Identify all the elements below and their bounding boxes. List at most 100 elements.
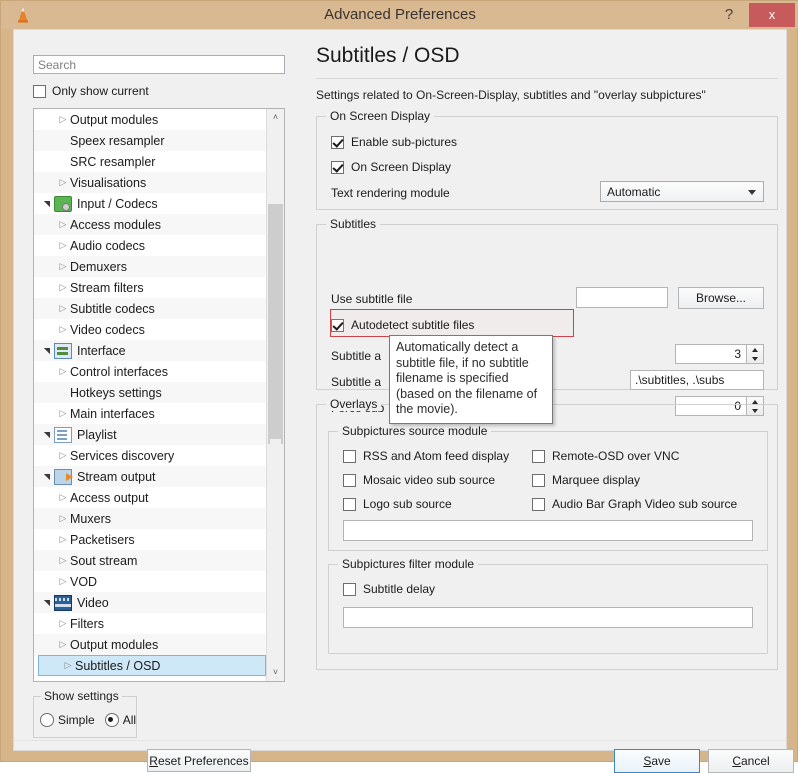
tree-item-src-resampler[interactable]: SRC resampler xyxy=(34,151,268,172)
tree-item-video-codecs[interactable]: ▷Video codecs xyxy=(34,319,268,340)
tree-item-label: Subtitles / OSD xyxy=(75,659,160,673)
tree-item-stream-filters[interactable]: ▷Stream filters xyxy=(34,277,268,298)
tree-item-output-modules[interactable]: ▷Output modules xyxy=(34,634,268,655)
reset-rest: eset Preferences xyxy=(158,754,249,768)
tree-item-input-codecs[interactable]: ◢Input / Codecs xyxy=(34,193,268,214)
tree-item-stream-output[interactable]: ◢Stream output xyxy=(34,466,268,487)
radio-all[interactable] xyxy=(105,713,119,727)
chevron-right-icon[interactable]: ▷ xyxy=(56,640,70,649)
use-subtitle-file-input[interactable] xyxy=(576,287,668,308)
subtitle-fuzziness-stepper[interactable] xyxy=(747,344,764,364)
chevron-right-icon[interactable]: ▷ xyxy=(56,451,70,460)
enable-subpictures-checkbox[interactable]: Enable sub-pictures xyxy=(331,135,457,149)
chevron-right-icon[interactable]: ▷ xyxy=(56,220,70,229)
chevron-right-icon[interactable]: ▷ xyxy=(56,178,70,187)
tree-item-output-modules[interactable]: ▷Output modules xyxy=(34,109,268,130)
tree-item-main-interfaces[interactable]: ▷Main interfaces xyxy=(34,403,268,424)
tree-item-playlist[interactable]: ◢Playlist xyxy=(34,424,268,445)
sidebar: Only show current ▷Output modulesSpeex r… xyxy=(14,30,296,720)
reset-preferences-button[interactable]: Reset Preferences xyxy=(147,749,251,772)
tree-item-muxers[interactable]: ▷Muxers xyxy=(34,508,268,529)
chevron-right-icon[interactable]: ▷ xyxy=(56,535,70,544)
tree-item-label: Output modules xyxy=(70,638,158,652)
reset-mnemonic: R xyxy=(149,754,158,768)
text-rendering-select[interactable]: Automatic xyxy=(600,181,764,202)
on-screen-display-checkbox[interactable]: On Screen Display xyxy=(331,160,451,174)
scrollbar-thumb[interactable] xyxy=(268,204,283,444)
chevron-right-icon[interactable]: ▷ xyxy=(56,283,70,292)
tree-item-services-discovery[interactable]: ▷Services discovery xyxy=(34,445,268,466)
autodetect-subtitle-files-checkbox[interactable]: Autodetect subtitle files xyxy=(331,318,474,332)
chevron-down-icon[interactable]: ◢ xyxy=(43,470,51,484)
only-show-current-checkbox[interactable]: Only show current xyxy=(33,82,283,100)
cancel-button[interactable]: Cancel xyxy=(708,749,794,773)
tree-item-access-modules[interactable]: ▷Access modules xyxy=(34,214,268,235)
tree-item-packetisers[interactable]: ▷Packetisers xyxy=(34,529,268,550)
tree-scrollbar[interactable]: ˄ ˅ xyxy=(266,109,284,681)
chevron-right-icon[interactable]: ▷ xyxy=(56,367,70,376)
scroll-up-icon[interactable]: ˄ xyxy=(267,109,284,126)
tree-item-control-interfaces[interactable]: ▷Control interfaces xyxy=(34,361,268,382)
save-button[interactable]: Save xyxy=(614,749,700,773)
chevron-down-icon xyxy=(748,190,756,195)
chevron-down-icon[interactable]: ◢ xyxy=(43,596,51,610)
tree-item-filters[interactable]: ▷Filters xyxy=(34,613,268,634)
rss-atom-feed-checkbox[interactable]: RSS and Atom feed display xyxy=(343,449,509,463)
chevron-down-icon[interactable]: ◢ xyxy=(43,344,51,358)
radio-simple-label: Simple xyxy=(58,713,95,727)
subpictures-source-module-group: Subpictures source module RSS and Atom f… xyxy=(328,431,768,551)
chevron-right-icon[interactable]: ▷ xyxy=(56,262,70,271)
logo-sub-source-checkbox[interactable]: Logo sub source xyxy=(343,497,452,511)
settings-tree[interactable]: ▷Output modulesSpeex resamplerSRC resamp… xyxy=(33,108,285,682)
tree-item-subtitle-codecs[interactable]: ▷Subtitle codecs xyxy=(34,298,268,319)
mosaic-video-sub-source-checkbox[interactable]: Mosaic video sub source xyxy=(343,473,495,487)
overlays-group: Overlays Subpictures source module RSS a… xyxy=(316,404,778,670)
tree-item-hotkeys-settings[interactable]: Hotkeys settings xyxy=(34,382,268,403)
subtitles-group-title: Subtitles xyxy=(326,217,380,231)
tree-item-speex-resampler[interactable]: Speex resampler xyxy=(34,130,268,151)
tooltip-content: Automatically detect a subtitle file, if… xyxy=(389,335,553,424)
source-module-value-input[interactable] xyxy=(343,520,753,541)
audio-bar-graph-checkbox[interactable]: Audio Bar Graph Video sub source xyxy=(532,497,737,511)
subtitle-paths-input[interactable] xyxy=(630,370,764,390)
radio-simple[interactable] xyxy=(40,713,54,727)
tree-item-interface[interactable]: ◢Interface xyxy=(34,340,268,361)
tree-item-label: Visualisations xyxy=(70,176,146,190)
chevron-down-icon[interactable]: ◢ xyxy=(43,428,51,442)
filter-module-value-input[interactable] xyxy=(343,607,753,628)
tree-item-video[interactable]: ◢Video xyxy=(34,592,268,613)
scroll-down-icon[interactable]: ˅ xyxy=(267,664,284,681)
chevron-right-icon[interactable]: ▷ xyxy=(56,577,70,586)
stepper-up-icon[interactable] xyxy=(747,345,762,354)
remote-osd-vnc-checkbox[interactable]: Remote-OSD over VNC xyxy=(532,449,679,463)
chevron-right-icon[interactable]: ▷ xyxy=(56,115,70,124)
tree-item-access-output[interactable]: ▷Access output xyxy=(34,487,268,508)
checkbox-box xyxy=(343,498,356,511)
stepper-down-icon[interactable] xyxy=(747,354,762,363)
tree-item-demuxers[interactable]: ▷Demuxers xyxy=(34,256,268,277)
subtitle-delay-checkbox[interactable]: Subtitle delay xyxy=(343,582,435,596)
tree-item-visualisations[interactable]: ▷Visualisations xyxy=(34,172,268,193)
tree-item-audio-codecs[interactable]: ▷Audio codecs xyxy=(34,235,268,256)
marquee-display-checkbox[interactable]: Marquee display xyxy=(532,473,640,487)
help-icon[interactable]: ? xyxy=(715,1,743,29)
tree-item-subtitles-osd[interactable]: ▷Subtitles / OSD xyxy=(38,655,266,676)
chevron-right-icon[interactable]: ▷ xyxy=(56,514,70,523)
close-icon[interactable]: x xyxy=(749,3,795,27)
save-rest: ave xyxy=(651,754,670,768)
chevron-right-icon[interactable]: ▷ xyxy=(61,661,75,670)
chevron-right-icon[interactable]: ▷ xyxy=(56,325,70,334)
chevron-right-icon[interactable]: ▷ xyxy=(56,493,70,502)
tree-item-label: Muxers xyxy=(70,512,111,526)
search-input[interactable] xyxy=(33,55,285,74)
tree-item-vod[interactable]: ▷VOD xyxy=(34,571,268,592)
chevron-down-icon[interactable]: ◢ xyxy=(43,197,51,211)
chevron-right-icon[interactable]: ▷ xyxy=(56,556,70,565)
chevron-right-icon[interactable]: ▷ xyxy=(56,409,70,418)
chevron-right-icon[interactable]: ▷ xyxy=(56,241,70,250)
chevron-right-icon[interactable]: ▷ xyxy=(56,304,70,313)
subtitle-fuzziness-input[interactable] xyxy=(675,344,747,364)
tree-item-sout-stream[interactable]: ▷Sout stream xyxy=(34,550,268,571)
browse-button[interactable]: Browse... xyxy=(678,287,764,309)
chevron-right-icon[interactable]: ▷ xyxy=(56,619,70,628)
